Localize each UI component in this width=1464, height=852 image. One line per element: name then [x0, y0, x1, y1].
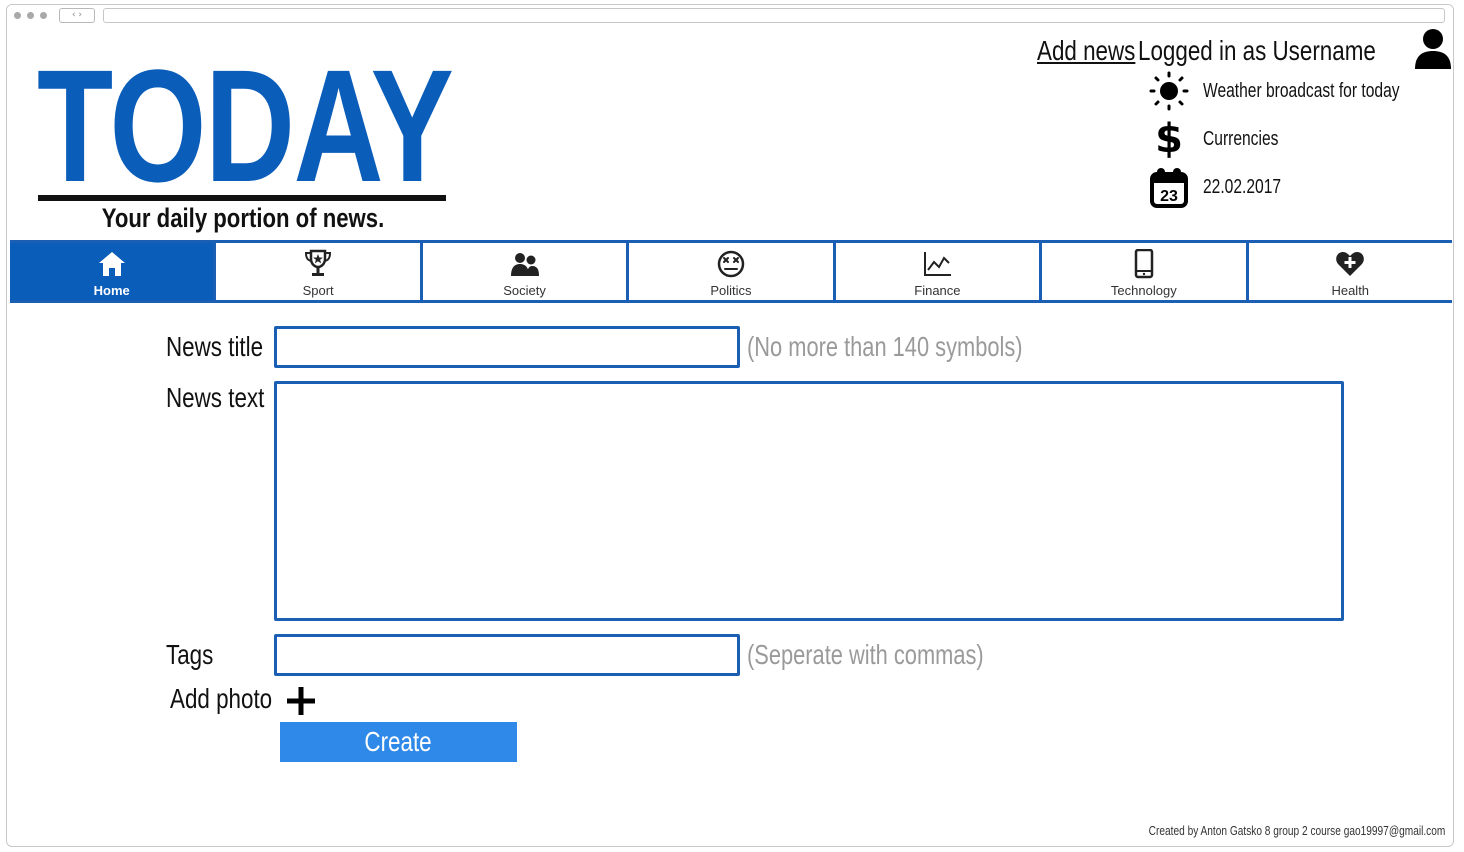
heart-plus-icon [1335, 249, 1365, 279]
weather-row[interactable]: Weather broadcast for today [1147, 69, 1453, 113]
window-dot-icon[interactable] [14, 12, 21, 19]
sun-icon [1147, 69, 1191, 113]
news-text-area[interactable] [274, 381, 1344, 621]
window-dot-icon[interactable] [27, 12, 34, 19]
site-tagline: Your daily portion of news. [101, 203, 385, 233]
create-button[interactable]: Create [280, 722, 517, 762]
window-dot-icon[interactable] [40, 12, 47, 19]
top-links: Add news Logged in as Username [1037, 29, 1435, 73]
currencies-text[interactable]: Currencies [1203, 128, 1278, 151]
calendar-day-number: 23 [1160, 188, 1178, 205]
nav-item-sport[interactable]: Sport [216, 243, 423, 300]
create-button-label: Create [364, 726, 433, 757]
calendar-icon: 23 [1147, 165, 1191, 209]
category-nav: Home Sport Society Politics Finance Tech… [10, 240, 1452, 303]
nav-item-politics[interactable]: Politics [629, 243, 836, 300]
tags-input[interactable] [274, 634, 740, 676]
back-forward-buttons[interactable]: ‹ › [59, 8, 95, 23]
date-row: 23 22.02.2017 [1147, 165, 1303, 209]
nav-item-technology[interactable]: Technology [1042, 243, 1249, 300]
news-title-label: News title [166, 331, 264, 362]
face-icon [716, 249, 746, 279]
nav-item-society[interactable]: Society [423, 243, 630, 300]
user-icon[interactable] [1413, 27, 1453, 71]
date-text: 22.02.2017 [1203, 175, 1282, 198]
nav-label-finance: Finance [914, 283, 961, 298]
plus-icon[interactable] [285, 685, 317, 717]
chart-line-icon [922, 249, 952, 279]
nav-item-health[interactable]: Health [1249, 243, 1452, 300]
address-bar[interactable] [103, 8, 1445, 23]
nav-label-society: Society [503, 283, 546, 298]
browser-window: ‹ › TODAY Your daily portion of news. Ad… [6, 4, 1454, 847]
nav-item-finance[interactable]: Finance [836, 243, 1043, 300]
weather-text[interactable]: Weather broadcast for today [1203, 80, 1400, 103]
logged-in-text: Logged in as Username [1137, 35, 1376, 66]
add-photo-label: Add photo [170, 683, 273, 714]
footer-credit: Created by Anton Gatsko 8 group 2 course… [1148, 823, 1445, 838]
nav-label-health: Health [1331, 283, 1370, 298]
tags-hint: (Seperate with commas) [747, 639, 984, 670]
trophy-icon [303, 249, 333, 279]
nav-label-politics: Politics [710, 283, 752, 298]
dollar-icon: $ [1155, 116, 1183, 162]
nav-label-technology: Technology [1110, 283, 1177, 298]
home-icon [97, 249, 127, 279]
nav-label-sport: Sport [302, 283, 334, 298]
news-title-hint: (No more than 140 symbols) [747, 331, 1023, 362]
logo-underline [38, 195, 446, 201]
tags-label: Tags [166, 639, 214, 670]
nav-item-home[interactable]: Home [10, 243, 217, 300]
news-title-input[interactable] [274, 326, 740, 368]
tablet-icon [1129, 249, 1159, 279]
add-news-link[interactable]: Add news [1037, 35, 1135, 67]
site-logo[interactable]: TODAY [37, 46, 454, 206]
people-icon [510, 249, 540, 279]
news-text-label: News text [166, 382, 265, 413]
nav-label-home: Home [93, 283, 130, 298]
browser-chrome: ‹ › [7, 5, 1453, 27]
currencies-row[interactable]: $ Currencies [1147, 117, 1300, 161]
